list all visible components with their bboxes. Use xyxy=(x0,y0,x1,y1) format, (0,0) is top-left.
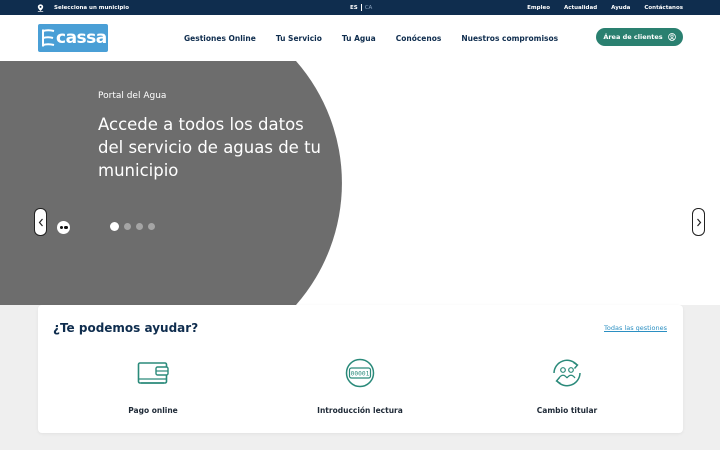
service-label: Cambio titular xyxy=(536,406,598,415)
service-cambio-titular[interactable]: Cambio titular xyxy=(487,357,647,415)
carousel-dot-1[interactable] xyxy=(110,222,119,231)
waves-logo-icon xyxy=(42,29,55,47)
hero-eyebrow: Portal del Agua xyxy=(98,91,167,101)
chevron-left-icon xyxy=(38,218,43,226)
help-card: ¿Te podemos ayudar? Todas las gestiones … xyxy=(38,305,683,433)
hero-headline: Accede a todos los datos del servicio de… xyxy=(98,115,321,180)
lang-ca[interactable]: CA xyxy=(365,5,373,11)
top-link-contactanos[interactable]: Contáctanos xyxy=(644,5,683,11)
chevron-right-icon xyxy=(696,218,701,226)
language-switcher: ES CA xyxy=(350,0,372,15)
nav-nuestros-compromisos[interactable]: Nuestros compromisos xyxy=(461,34,558,43)
help-section: ¿Te podemos ayudar? Todas las gestiones … xyxy=(0,305,720,450)
meter-digits: 00001 xyxy=(351,371,370,378)
carousel-pause-button[interactable] xyxy=(57,221,70,234)
service-pago-online[interactable]: Pago online xyxy=(73,357,233,415)
top-link-ayuda[interactable]: Ayuda xyxy=(611,5,630,11)
municipality-label: Selecciona un municipio xyxy=(54,4,129,11)
main-nav: Gestiones Online Tu Servicio Tu Agua Con… xyxy=(184,15,558,61)
hero-carousel: Portal del Agua Accede a todos los datos… xyxy=(0,61,720,305)
location-pin-icon xyxy=(37,3,44,12)
municipality-selector[interactable]: Selecciona un municipio xyxy=(37,0,129,15)
carousel-next-button[interactable] xyxy=(692,208,705,236)
client-area-button[interactable]: Área de clientes xyxy=(596,28,683,46)
top-link-empleo[interactable]: Empleo xyxy=(527,5,550,11)
nav-conocenos[interactable]: Conócenos xyxy=(396,34,442,43)
pause-icon xyxy=(59,225,63,230)
lang-divider xyxy=(360,4,362,11)
service-introduccion-lectura[interactable]: 00001 Introducción lectura xyxy=(280,357,440,415)
top-link-actualidad[interactable]: Actualidad xyxy=(564,5,597,11)
service-label: Pago online xyxy=(128,406,178,415)
lang-es[interactable]: ES xyxy=(350,5,358,11)
carousel-prev-button[interactable] xyxy=(34,208,47,236)
service-label: Introducción lectura xyxy=(317,406,403,415)
top-bar: Selecciona un municipio ES CA Empleo Act… xyxy=(0,0,720,15)
meter-reading-icon: 00001 xyxy=(345,358,375,388)
carousel-dot-3[interactable] xyxy=(136,223,143,230)
top-links: Empleo Actualidad Ayuda Contáctanos xyxy=(527,0,683,15)
logo-text: cassa xyxy=(56,28,107,48)
main-header: cassa Gestiones Online Tu Servicio Tu Ag… xyxy=(0,15,720,61)
help-title: ¿Te podemos ayudar? xyxy=(53,321,199,335)
nav-tu-servicio[interactable]: Tu Servicio xyxy=(276,34,322,43)
nav-tu-agua[interactable]: Tu Agua xyxy=(342,34,376,43)
wallet-icon xyxy=(137,362,169,384)
carousel-dots xyxy=(110,222,155,231)
change-holder-icon xyxy=(553,359,581,387)
carousel-dot-4[interactable] xyxy=(148,223,155,230)
user-circle-icon xyxy=(667,33,676,41)
nav-gestiones-online[interactable]: Gestiones Online xyxy=(184,34,256,43)
all-procedures-link[interactable]: Todas las gestiones xyxy=(604,324,667,332)
client-area-label: Área de clientes xyxy=(603,33,663,41)
carousel-dot-2[interactable] xyxy=(124,223,131,230)
logo[interactable]: cassa xyxy=(38,24,108,52)
